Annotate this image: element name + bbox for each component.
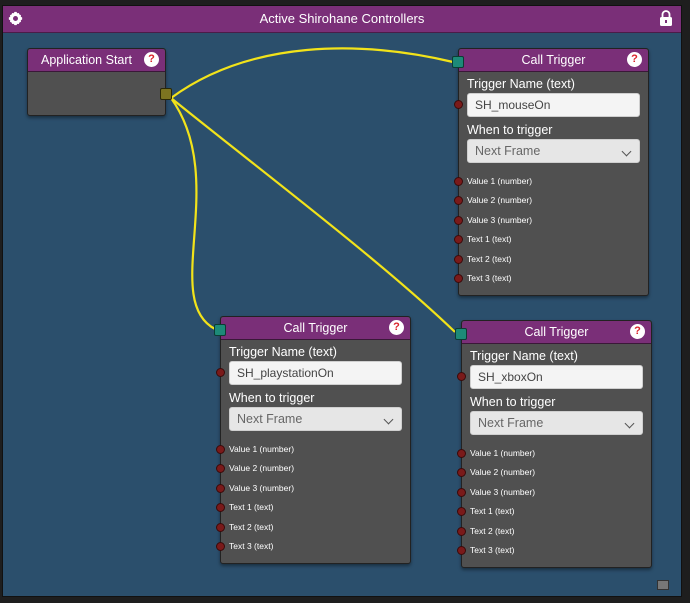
select-value: Next Frame (478, 416, 544, 430)
port-label: Text 1 (text) (470, 506, 515, 516)
when-to-trigger-label: When to trigger (470, 395, 556, 409)
port-label: Value 1 (number) (470, 448, 536, 458)
port-label: Text 2 (text) (229, 522, 274, 532)
port-dot[interactable] (216, 484, 225, 493)
port-dot[interactable] (457, 507, 466, 516)
port-dot[interactable] (454, 255, 463, 264)
port-dot[interactable] (457, 488, 466, 497)
port-dot[interactable] (454, 177, 463, 186)
port-label: Value 3 (number) (470, 487, 536, 497)
trigger-name-label: Trigger Name (text) (229, 345, 337, 359)
port-label: Text 1 (text) (467, 234, 512, 244)
port-label: Text 2 (text) (470, 526, 515, 536)
port-dot[interactable] (454, 274, 463, 283)
port-dot[interactable] (454, 196, 463, 205)
node-title: Call Trigger (521, 53, 586, 67)
trigger-name-label: Trigger Name (text) (470, 349, 578, 363)
port-label: Value 3 (number) (467, 215, 533, 225)
port-dot[interactable] (454, 235, 463, 244)
select-value: Next Frame (237, 412, 303, 426)
port-label: Value 2 (number) (467, 195, 533, 205)
input-port[interactable] (455, 328, 467, 340)
when-to-trigger-select[interactable]: Next Frame (467, 139, 640, 163)
port-label: Value 3 (number) (229, 483, 295, 493)
port-label: Text 3 (text) (229, 541, 274, 551)
port-dot[interactable] (216, 445, 225, 454)
call-trigger-node-xbox[interactable]: Call Trigger ? Trigger Name (text) SH_xb… (455, 320, 652, 568)
port-label: Text 2 (text) (467, 254, 512, 264)
port-dot[interactable] (216, 503, 225, 512)
node-header[interactable]: Application Start ? (28, 49, 165, 72)
port-label: Value 1 (number) (467, 176, 533, 186)
help-icon[interactable]: ? (627, 52, 642, 67)
when-to-trigger-label: When to trigger (229, 391, 315, 405)
input-port[interactable] (214, 324, 226, 336)
trigger-name-port[interactable] (216, 368, 225, 377)
node-title: Call Trigger (524, 325, 589, 339)
port-dot[interactable] (457, 468, 466, 477)
chevron-down-icon (621, 146, 632, 157)
when-to-trigger-select[interactable]: Next Frame (229, 407, 402, 431)
port-dot[interactable] (454, 216, 463, 225)
port-label: Text 1 (text) (229, 502, 274, 512)
chevron-down-icon (383, 414, 394, 425)
port-label: Text 3 (text) (467, 273, 512, 283)
port-dot[interactable] (216, 523, 225, 532)
trigger-name-label: Trigger Name (text) (467, 77, 575, 91)
input-port[interactable] (452, 56, 464, 68)
call-trigger-node-mouse[interactable]: Call Trigger ? Trigger Name (text) SH_mo… (452, 48, 649, 296)
node-header[interactable]: Call Trigger ? (221, 317, 410, 340)
port-dot[interactable] (457, 449, 466, 458)
node-header[interactable]: Call Trigger ? (462, 321, 651, 344)
node-header[interactable]: Call Trigger ? (459, 49, 648, 72)
wire-to-mouse-trigger (170, 47, 454, 99)
application-start-node[interactable]: Application Start ? (27, 48, 172, 116)
trigger-name-port[interactable] (457, 372, 466, 381)
wire-to-playstation-trigger (170, 97, 216, 330)
port-dot[interactable] (216, 542, 225, 551)
trigger-name-port[interactable] (454, 100, 463, 109)
trigger-name-input[interactable]: SH_xboxOn (470, 365, 643, 389)
port-label: Value 2 (number) (229, 463, 295, 473)
node-title: Call Trigger (283, 321, 348, 335)
node-title: Application Start (40, 53, 133, 67)
port-label: Value 1 (number) (229, 444, 295, 454)
port-dot[interactable] (457, 527, 466, 536)
help-icon[interactable]: ? (630, 324, 645, 339)
help-icon[interactable]: ? (144, 52, 159, 67)
wire-to-xbox-trigger (170, 97, 456, 333)
chevron-down-icon (624, 418, 635, 429)
output-port[interactable] (160, 88, 172, 100)
help-icon[interactable]: ? (389, 320, 404, 335)
port-label: Value 2 (number) (470, 467, 536, 477)
when-to-trigger-label: When to trigger (467, 123, 553, 137)
port-label: Text 3 (text) (470, 545, 515, 555)
trigger-name-input[interactable]: SH_playstationOn (229, 361, 402, 385)
trigger-name-input[interactable]: SH_mouseOn (467, 93, 640, 117)
call-trigger-node-playstation[interactable]: Call Trigger ? Trigger Name (text) SH_pl… (214, 316, 411, 564)
port-dot[interactable] (457, 546, 466, 555)
port-dot[interactable] (216, 464, 225, 473)
when-to-trigger-select[interactable]: Next Frame (470, 411, 643, 435)
select-value: Next Frame (475, 144, 541, 158)
